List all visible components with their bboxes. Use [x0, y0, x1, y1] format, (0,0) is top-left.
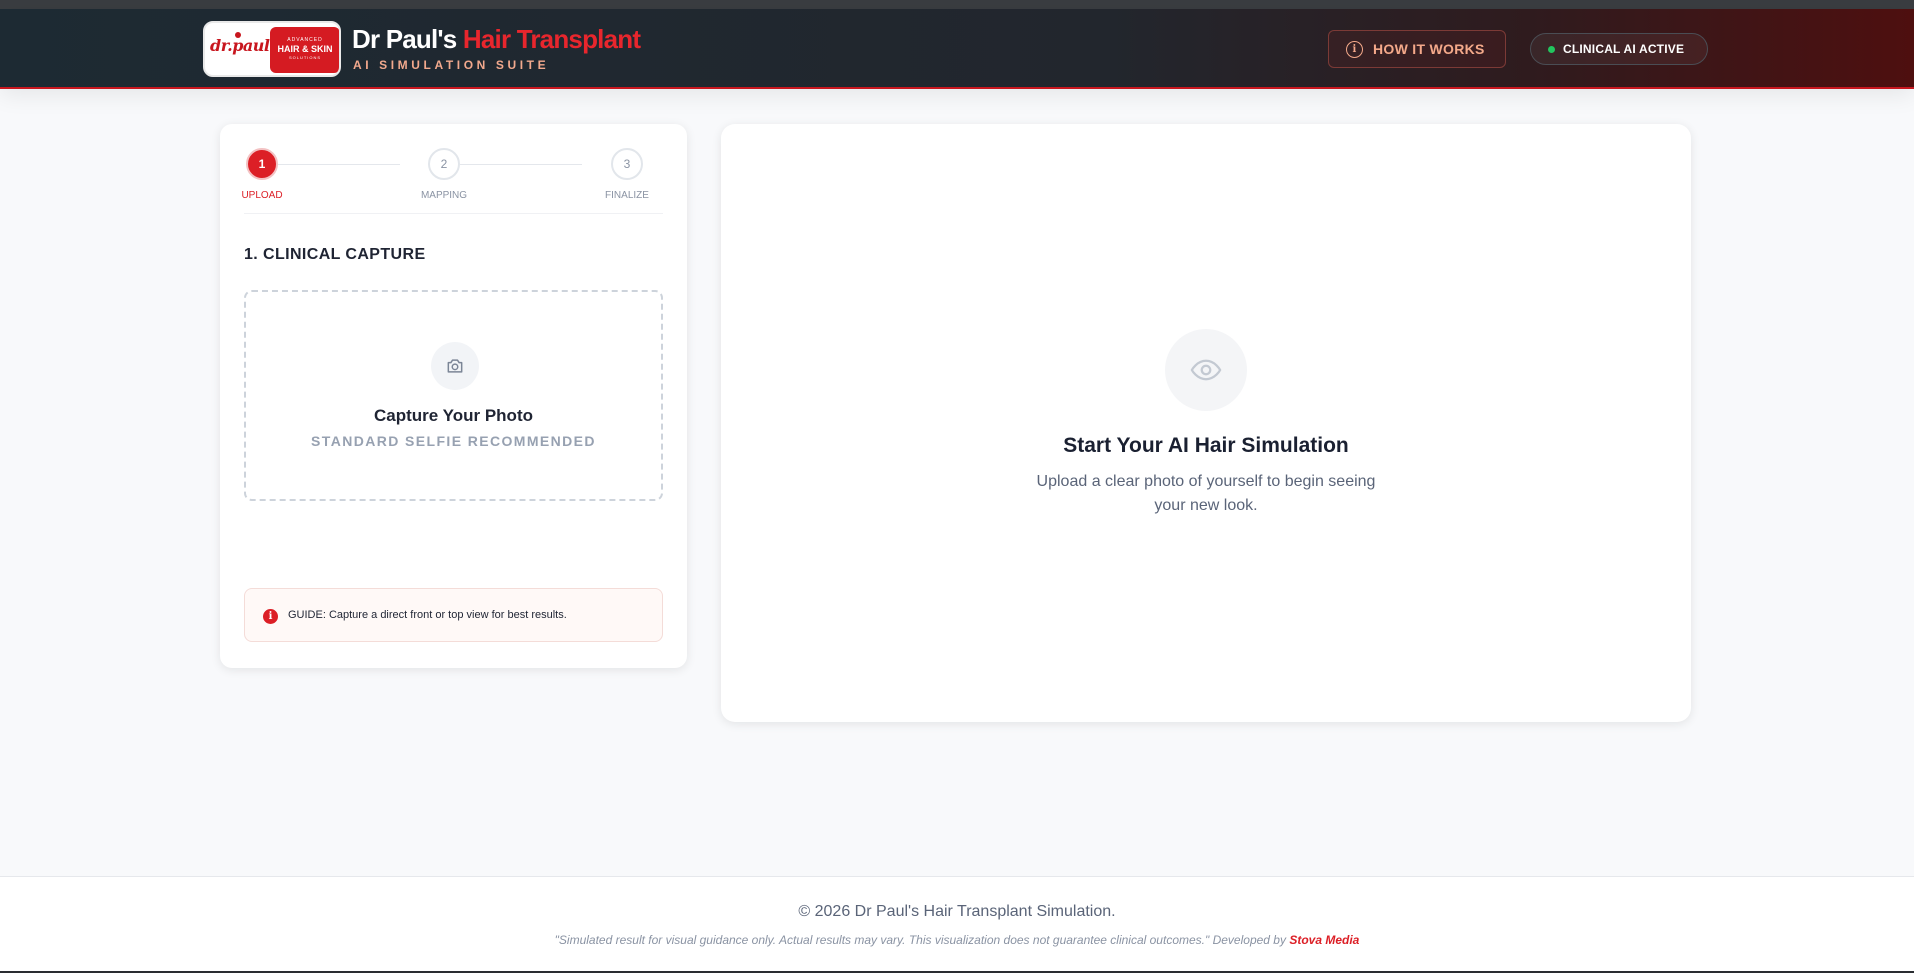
guide-text: GUIDE: Capture a direct front or top vie…: [288, 609, 567, 621]
app-header: dr.paul's ADVANCED HAIR & SKIN SOLUTIONS…: [0, 9, 1914, 89]
step-connector-2: [460, 164, 582, 165]
developer-link[interactable]: Stova Media: [1289, 933, 1359, 947]
stepper-divider: [244, 213, 663, 214]
step-connector-1: [278, 164, 400, 165]
step-3-label: FINALIZE: [605, 190, 649, 201]
brand-title-prefix: Dr Paul's: [352, 24, 457, 54]
section-title: 1. CLINICAL CAPTURE: [244, 246, 426, 263]
capture-title: Capture Your Photo: [374, 406, 533, 425]
step-1-indicator[interactable]: 1: [246, 148, 278, 180]
logo-badge-line2: HAIR & SKIN: [277, 44, 333, 54]
logo-script-text: dr.paul's: [210, 36, 283, 55]
step-1-label: UPLOAD: [241, 190, 283, 201]
logo-badge-line3: SOLUTIONS: [288, 55, 322, 60]
step-2-indicator[interactable]: 2: [428, 148, 460, 180]
browser-top-strip: [0, 0, 1914, 9]
logo-badge: ADVANCED HAIR & SKIN SOLUTIONS: [270, 27, 339, 73]
brand-subtitle: AI SIMULATION SUITE: [353, 58, 550, 72]
eye-icon: [1165, 329, 1247, 411]
brand-logo[interactable]: dr.paul's ADVANCED HAIR & SKIN SOLUTIONS: [203, 21, 341, 77]
copyright-text: © 2026 Dr Paul's Hair Transplant Simulat…: [798, 903, 1116, 920]
info-icon: i: [263, 608, 278, 624]
simulation-preview-panel: Start Your AI Hair Simulation Upload a c…: [721, 124, 1691, 722]
step-3-indicator[interactable]: 3: [611, 148, 643, 180]
capture-subtitle: STANDARD SELFIE RECOMMENDED: [311, 433, 596, 449]
brand-title: Dr Paul's Hair Transplant: [352, 24, 641, 55]
page-footer: © 2026 Dr Paul's Hair Transplant Simulat…: [0, 876, 1914, 973]
step-2-label: MAPPING: [420, 190, 468, 201]
disclaimer-text: "Simulated result for visual guidance on…: [0, 933, 1914, 947]
disclaimer-body: "Simulated result for visual guidance on…: [554, 933, 1286, 947]
info-icon: i: [1346, 40, 1363, 58]
brand-title-accent: Hair Transplant: [462, 24, 641, 54]
capture-panel: 1 UPLOAD 2 MAPPING 3 FINALIZE 1. CLINICA…: [220, 124, 687, 668]
logo-badge-line1: ADVANCED: [287, 37, 323, 43]
status-dot-icon: [1548, 45, 1555, 53]
camera-icon: [431, 342, 479, 390]
how-it-works-label: HOW IT WORKS: [1373, 41, 1485, 57]
status-label: CLINICAL AI ACTIVE: [1563, 42, 1685, 56]
status-badge: CLINICAL AI ACTIVE: [1530, 33, 1708, 65]
preview-title: Start Your AI Hair Simulation: [1063, 434, 1349, 457]
preview-description: Upload a clear photo of yourself to begi…: [1036, 473, 1376, 514]
photo-upload-dropzone[interactable]: Capture Your Photo STANDARD SELFIE RECOM…: [244, 290, 663, 501]
guide-note: i GUIDE: Capture a direct front or top v…: [244, 588, 663, 642]
how-it-works-button[interactable]: i HOW IT WORKS: [1328, 30, 1506, 68]
